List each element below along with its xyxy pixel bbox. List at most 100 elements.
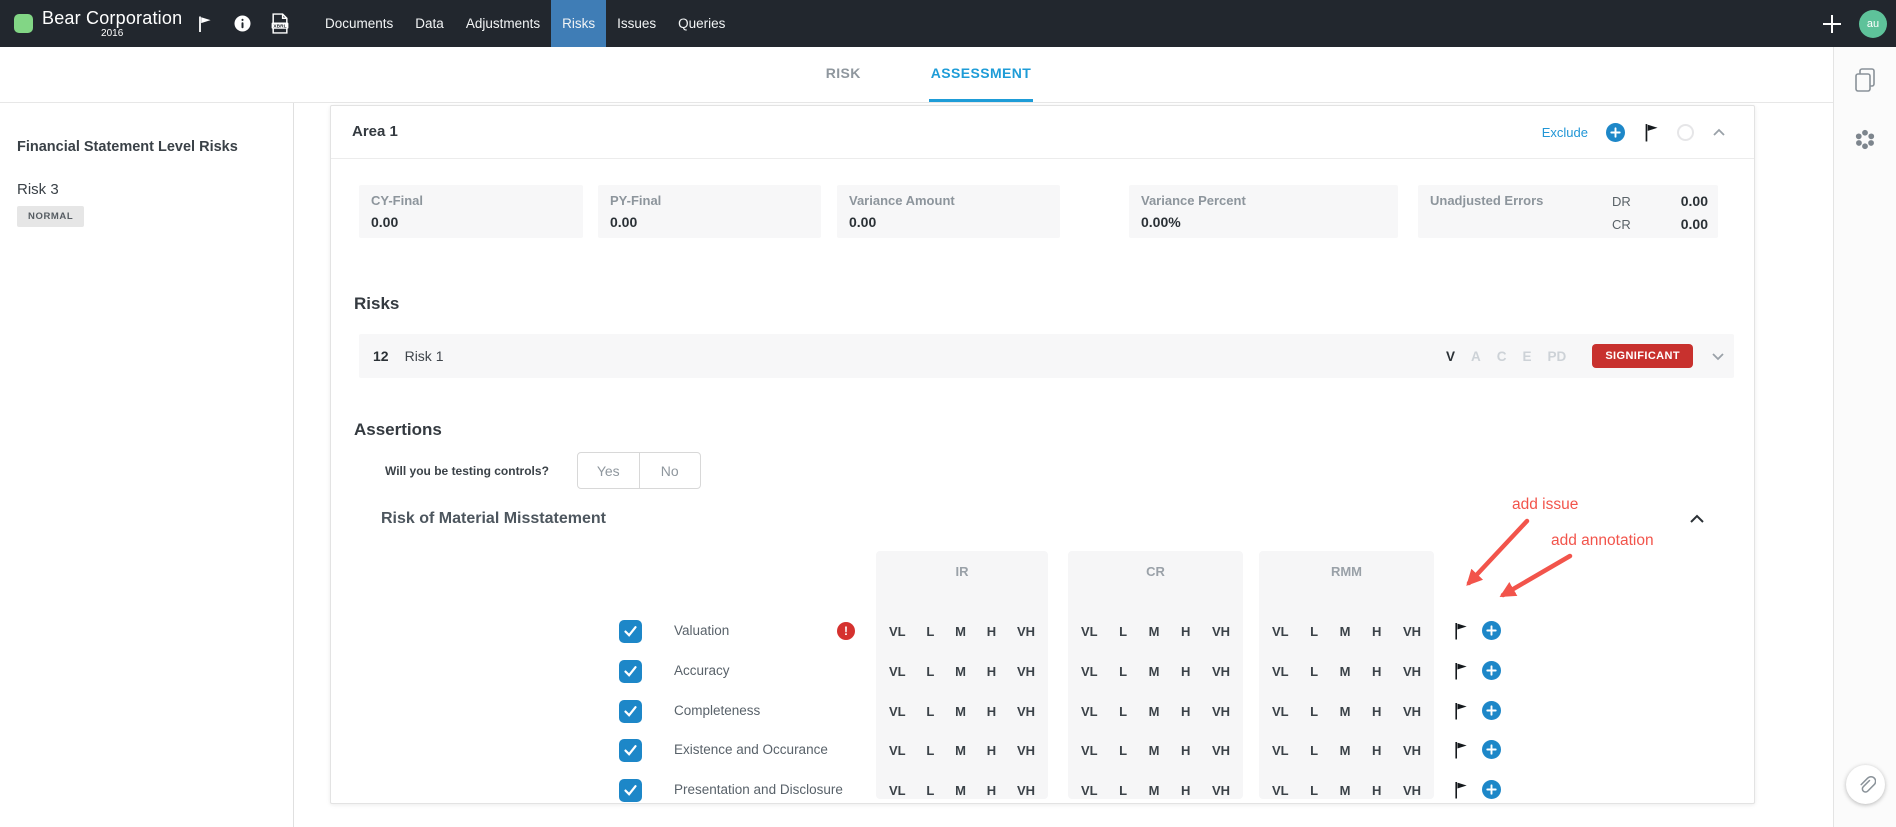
rating-cr-l-completeness[interactable]: L	[1119, 704, 1127, 719]
rating-cr-l-accuracy[interactable]: L	[1119, 664, 1127, 679]
user-avatar[interactable]: au	[1859, 10, 1887, 38]
rating-cr-m-presentation-and-disclosure[interactable]: M	[1149, 783, 1160, 798]
checkbox-completeness[interactable]	[619, 700, 642, 723]
rating-cr-vl-presentation-and-disclosure[interactable]: VL	[1081, 783, 1098, 798]
add-button[interactable]	[1606, 123, 1625, 142]
alert-icon[interactable]	[837, 622, 855, 640]
rating-rmm-vl-accuracy[interactable]: VL	[1272, 664, 1289, 679]
rating-cr-vl-existence-and-occurance[interactable]: VL	[1081, 743, 1098, 758]
rating-ir-l-existence-and-occurance[interactable]: L	[926, 743, 934, 758]
rating-rmm-l-existence-and-occurance[interactable]: L	[1310, 743, 1318, 758]
flag-icon[interactable]	[196, 15, 214, 33]
rating-rmm-vl-existence-and-occurance[interactable]: VL	[1272, 743, 1289, 758]
rating-ir-vh-presentation-and-disclosure[interactable]: VH	[1017, 783, 1035, 798]
nav-item-issues[interactable]: Issues	[606, 0, 667, 47]
status-ring-icon[interactable]	[1677, 124, 1694, 141]
rmm-collapse-chevron-icon[interactable]	[1689, 514, 1705, 524]
rating-cr-vh-completeness[interactable]: VH	[1212, 704, 1230, 719]
rating-cr-vh-accuracy[interactable]: VH	[1212, 664, 1230, 679]
rating-cr-h-existence-and-occurance[interactable]: H	[1181, 743, 1190, 758]
add-issue-flag-icon[interactable]	[1453, 622, 1468, 640]
collapse-chevron-icon[interactable]	[1712, 128, 1726, 137]
attachment-fab[interactable]	[1846, 765, 1885, 804]
rating-ir-m-presentation-and-disclosure[interactable]: M	[955, 783, 966, 798]
add-annotation-button[interactable]	[1482, 661, 1501, 680]
rating-cr-h-accuracy[interactable]: H	[1181, 664, 1190, 679]
rating-rmm-vh-existence-and-occurance[interactable]: VH	[1403, 743, 1421, 758]
rating-rmm-m-accuracy[interactable]: M	[1340, 664, 1351, 679]
rating-cr-h-completeness[interactable]: H	[1181, 704, 1190, 719]
rating-cr-vl-valuation[interactable]: VL	[1081, 624, 1098, 639]
risk-row[interactable]: 12 Risk 1 VACEPD SIGNIFICANT	[359, 334, 1734, 378]
rating-ir-vh-accuracy[interactable]: VH	[1017, 664, 1035, 679]
create-new-icon[interactable]	[1819, 11, 1845, 37]
rating-ir-vl-valuation[interactable]: VL	[889, 624, 906, 639]
rating-rmm-vh-valuation[interactable]: VH	[1403, 624, 1421, 639]
assertion-flag-pd[interactable]: PD	[1548, 349, 1567, 364]
rating-ir-m-accuracy[interactable]: M	[955, 664, 966, 679]
rating-ir-vl-existence-and-occurance[interactable]: VL	[889, 743, 906, 758]
rating-cr-vl-accuracy[interactable]: VL	[1081, 664, 1098, 679]
rating-cr-vl-completeness[interactable]: VL	[1081, 704, 1098, 719]
rating-rmm-h-accuracy[interactable]: H	[1372, 664, 1381, 679]
assertion-flag-a[interactable]: A	[1471, 349, 1481, 364]
info-icon[interactable]	[234, 15, 251, 32]
add-issue-flag-icon[interactable]	[1453, 741, 1468, 759]
rating-ir-l-valuation[interactable]: L	[926, 624, 934, 639]
add-annotation-button[interactable]	[1482, 621, 1501, 640]
rating-cr-h-presentation-and-disclosure[interactable]: H	[1181, 783, 1190, 798]
nav-item-adjustments[interactable]: Adjustments	[455, 0, 551, 47]
checkbox-valuation[interactable]	[619, 620, 642, 643]
app-brand[interactable]: Bear Corporation 2016	[14, 0, 182, 47]
rating-ir-vh-existence-and-occurance[interactable]: VH	[1017, 743, 1035, 758]
rating-cr-vh-existence-and-occurance[interactable]: VH	[1212, 743, 1230, 758]
rating-rmm-h-valuation[interactable]: H	[1372, 624, 1381, 639]
assertion-flag-c[interactable]: C	[1497, 349, 1507, 364]
rating-ir-vl-completeness[interactable]: VL	[889, 704, 906, 719]
rating-rmm-h-presentation-and-disclosure[interactable]: H	[1372, 783, 1381, 798]
flag-icon[interactable]	[1643, 123, 1659, 142]
exclude-link[interactable]: Exclude	[1542, 125, 1588, 140]
rating-rmm-m-completeness[interactable]: M	[1340, 704, 1351, 719]
rating-rmm-h-completeness[interactable]: H	[1372, 704, 1381, 719]
rating-ir-m-completeness[interactable]: M	[955, 704, 966, 719]
rating-rmm-l-accuracy[interactable]: L	[1310, 664, 1318, 679]
yes-button[interactable]: Yes	[578, 453, 640, 488]
assertion-flag-e[interactable]: E	[1523, 349, 1532, 364]
rating-ir-l-completeness[interactable]: L	[926, 704, 934, 719]
rating-rmm-vh-presentation-and-disclosure[interactable]: VH	[1403, 783, 1421, 798]
rating-ir-h-valuation[interactable]: H	[987, 624, 996, 639]
xbrl-icon[interactable]: XBRL	[271, 13, 289, 34]
rating-cr-l-presentation-and-disclosure[interactable]: L	[1119, 783, 1127, 798]
no-button[interactable]: No	[640, 453, 701, 488]
nav-item-data[interactable]: Data	[404, 0, 455, 47]
rating-cr-m-existence-and-occurance[interactable]: M	[1149, 743, 1160, 758]
rating-ir-m-valuation[interactable]: M	[955, 624, 966, 639]
documents-panel-icon[interactable]	[1852, 66, 1878, 94]
checkbox-existence-and-occurance[interactable]	[619, 739, 642, 762]
add-issue-flag-icon[interactable]	[1453, 702, 1468, 720]
rating-cr-vh-valuation[interactable]: VH	[1212, 624, 1230, 639]
rating-ir-h-presentation-and-disclosure[interactable]: H	[987, 783, 996, 798]
add-annotation-button[interactable]	[1482, 740, 1501, 759]
rating-rmm-vh-accuracy[interactable]: VH	[1403, 664, 1421, 679]
rating-rmm-vl-presentation-and-disclosure[interactable]: VL	[1272, 783, 1289, 798]
rating-ir-h-completeness[interactable]: H	[987, 704, 996, 719]
rating-cr-m-valuation[interactable]: M	[1149, 624, 1160, 639]
rating-rmm-l-presentation-and-disclosure[interactable]: L	[1310, 783, 1318, 798]
rating-rmm-vl-completeness[interactable]: VL	[1272, 704, 1289, 719]
rating-cr-l-existence-and-occurance[interactable]: L	[1119, 743, 1127, 758]
rating-rmm-vh-completeness[interactable]: VH	[1403, 704, 1421, 719]
rating-cr-h-valuation[interactable]: H	[1181, 624, 1190, 639]
rating-ir-m-existence-and-occurance[interactable]: M	[955, 743, 966, 758]
add-issue-flag-icon[interactable]	[1453, 662, 1468, 680]
rating-ir-vh-completeness[interactable]: VH	[1017, 704, 1035, 719]
rating-ir-vl-accuracy[interactable]: VL	[889, 664, 906, 679]
checkbox-accuracy[interactable]	[619, 660, 642, 683]
checkbox-presentation-and-disclosure[interactable]	[619, 779, 642, 802]
add-annotation-button[interactable]	[1482, 701, 1501, 720]
assertion-flag-v[interactable]: V	[1446, 349, 1455, 364]
tab-assessment[interactable]: ASSESSMENT	[929, 47, 1033, 102]
rating-rmm-m-existence-and-occurance[interactable]: M	[1340, 743, 1351, 758]
nav-item-documents[interactable]: Documents	[314, 0, 404, 47]
